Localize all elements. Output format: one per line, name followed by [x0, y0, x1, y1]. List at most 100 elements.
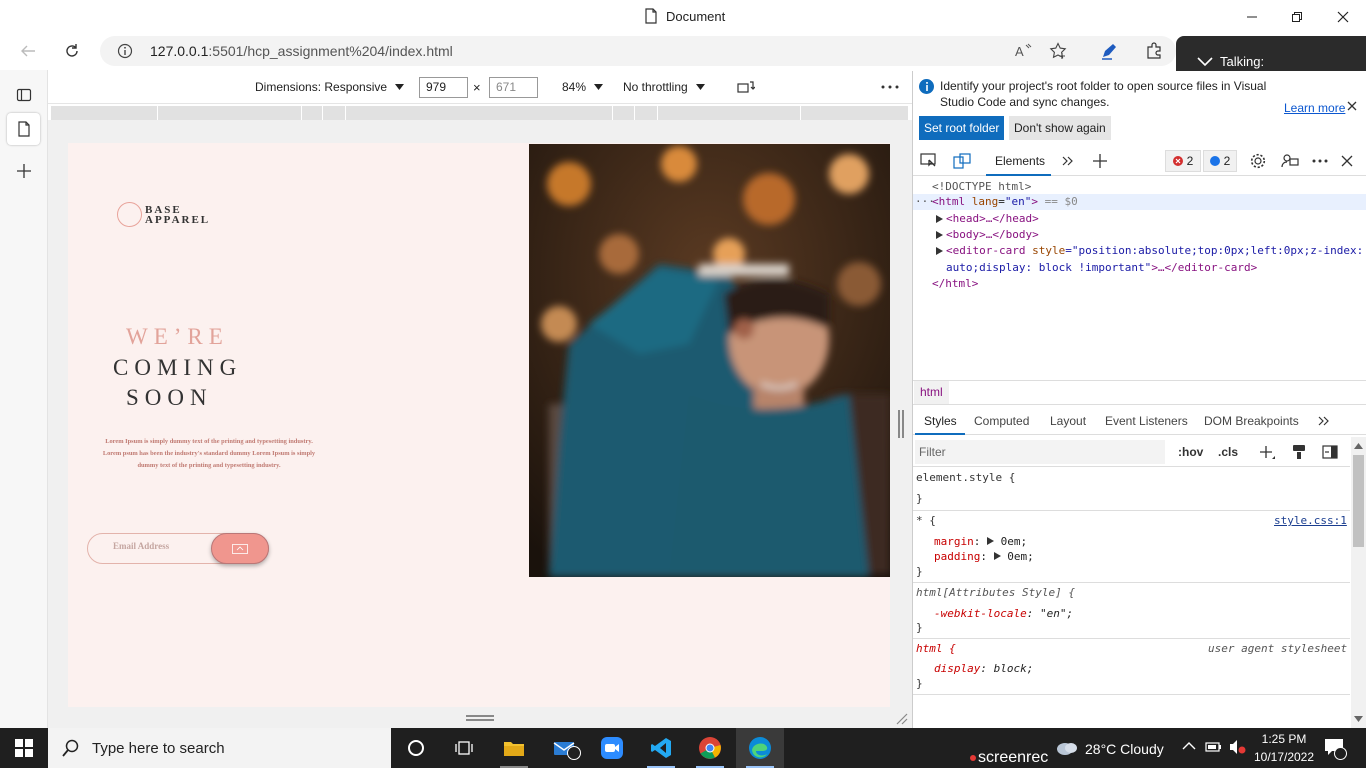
styles-scrollbar[interactable]: [1351, 437, 1366, 728]
clock-date[interactable]: 10/17/2022: [1251, 750, 1317, 764]
device-emulation-icon[interactable]: [951, 151, 973, 171]
dom-editor-card-line2[interactable]: auto;display: block !important">…</edito…: [946, 261, 1257, 274]
weather-text[interactable]: 28°C Cloudy: [1085, 741, 1164, 757]
dom-doctype[interactable]: <!DOCTYPE html>: [932, 180, 1031, 193]
rule-ua-label: user agent stylesheet: [1208, 642, 1348, 655]
hov-toggle[interactable]: :hov: [1178, 445, 1203, 459]
close-infobar-icon[interactable]: [1346, 100, 1360, 114]
window-title-area: Document: [644, 8, 725, 24]
active-tab-document-icon[interactable]: [7, 113, 40, 145]
restore-button[interactable]: [1274, 0, 1320, 33]
message-count-badge[interactable]: 2: [1203, 150, 1237, 172]
breadcrumb-html[interactable]: html: [914, 381, 949, 404]
rotate-device-icon[interactable]: [736, 78, 756, 96]
new-rule-plus-icon[interactable]: [1257, 443, 1277, 463]
viewport-height-input[interactable]: 671: [489, 77, 538, 98]
expand-arrow-icon[interactable]: [936, 215, 943, 223]
mail-icon[interactable]: 2: [540, 728, 588, 768]
extensions-puzzle-icon[interactable]: [1143, 41, 1165, 61]
tab-computed[interactable]: Computed: [974, 414, 1029, 428]
tab-dom-breakpoints[interactable]: DOM Breakpoints: [1204, 414, 1299, 428]
url-text[interactable]: 127.0.0.1:5501/hcp_assignment%204/index.…: [150, 43, 453, 59]
expand-arrow-icon[interactable]: [936, 247, 943, 255]
tab-layout[interactable]: Layout: [1050, 414, 1086, 428]
extension-pen-icon[interactable]: [1098, 41, 1120, 61]
dom-head[interactable]: <head>…</head>: [946, 212, 1039, 225]
close-window-button[interactable]: [1320, 0, 1366, 33]
screenrec-label: screenrec: [978, 749, 1049, 766]
screenrec-logo: screenrec: [970, 749, 1048, 767]
viewport-resize-handle[interactable]: [898, 410, 904, 438]
notification-center-icon[interactable]: 5: [1324, 738, 1347, 760]
more-tabs-chevron-icon[interactable]: [1059, 151, 1077, 171]
window-title: Document: [666, 8, 726, 24]
info-icon[interactable]: [116, 42, 134, 60]
speaker-muted-icon[interactable]: [1228, 739, 1246, 755]
corner-resize-icon[interactable]: [894, 711, 908, 725]
viewport-height-handle[interactable]: [466, 715, 494, 721]
rule-close-brace: }: [916, 492, 923, 505]
expand-arrow-icon[interactable]: [993, 552, 1001, 560]
inspect-element-icon[interactable]: [918, 151, 940, 171]
learn-more-link[interactable]: Learn more: [1284, 101, 1345, 115]
paint-brush-icon[interactable]: [1290, 443, 1308, 461]
breadcrumb: [913, 380, 1366, 405]
zoom-label: 84%: [562, 80, 587, 94]
chevron-up-icon[interactable]: [1182, 741, 1196, 751]
back-icon[interactable]: [16, 40, 40, 62]
more-options-icon[interactable]: [1310, 151, 1330, 171]
media-query-ruler[interactable]: [51, 106, 908, 120]
vscode-icon[interactable]: [637, 728, 685, 768]
dom-body[interactable]: <body>…</body>: [946, 228, 1039, 241]
read-aloud-icon[interactable]: A: [1012, 41, 1034, 61]
zoom-app-icon[interactable]: [588, 728, 636, 768]
error-count-badge[interactable]: 2: [1165, 150, 1201, 172]
tab-event-listeners[interactable]: Event Listeners: [1105, 414, 1188, 428]
more-options-icon[interactable]: [878, 78, 902, 96]
task-view-icon[interactable]: [440, 728, 488, 768]
dont-show-again-button[interactable]: Don't show again: [1009, 116, 1111, 140]
cls-toggle[interactable]: .cls: [1218, 445, 1238, 459]
tab-styles[interactable]: Styles: [924, 414, 957, 428]
submit-email-button[interactable]: [211, 533, 269, 564]
refresh-icon[interactable]: [60, 40, 84, 62]
set-root-folder-button[interactable]: Set root folder: [919, 116, 1005, 140]
dom-html-line[interactable]: <html lang="en"> == $0: [932, 195, 1078, 208]
dom-editor-card-line1[interactable]: <editor-card style="position:absolute;to…: [946, 244, 1363, 257]
clock-time[interactable]: 1:25 PM: [1253, 732, 1315, 746]
add-tab-plus-icon[interactable]: [1090, 151, 1110, 171]
intro-paragraph: Lorem Ipsum is simply dummy text of the …: [102, 438, 316, 469]
toggle-sidebar-icon[interactable]: [1321, 443, 1339, 461]
expand-arrow-icon[interactable]: [987, 537, 994, 545]
settings-gear-icon[interactable]: [1248, 151, 1268, 171]
rule-padding-decl[interactable]: padding: 0em;: [934, 550, 1034, 563]
viewport-width-input[interactable]: 979: [419, 77, 468, 98]
favorite-star-icon[interactable]: [1047, 41, 1069, 61]
tab-elements[interactable]: Elements: [995, 154, 1045, 168]
minimize-button[interactable]: [1229, 0, 1275, 33]
zoom-dropdown[interactable]: 84%: [562, 80, 604, 94]
search-placeholder: Type here to search: [92, 739, 225, 757]
chrome-icon[interactable]: [686, 728, 734, 768]
new-tab-plus-icon[interactable]: [12, 160, 36, 182]
styles-filter-input[interactable]: Filter: [915, 440, 1165, 464]
file-explorer-icon[interactable]: [490, 728, 538, 768]
windows-start-icon[interactable]: [0, 728, 48, 768]
dom-html-tag: <html: [932, 195, 966, 208]
battery-icon[interactable]: [1205, 741, 1223, 753]
dom-html-close[interactable]: </html>: [932, 277, 978, 290]
feedback-icon[interactable]: [1280, 151, 1300, 171]
rule-source-link[interactable]: style.css:1: [1274, 514, 1347, 527]
expand-arrow-icon[interactable]: [936, 231, 943, 239]
tab-actions-icon[interactable]: [12, 85, 36, 105]
headline-line3: SOON: [126, 385, 213, 410]
edge-icon[interactable]: [736, 728, 784, 768]
cortana-icon[interactable]: [392, 728, 440, 768]
throttling-dropdown[interactable]: No throttling: [623, 80, 705, 94]
close-devtools-icon[interactable]: [1337, 151, 1357, 171]
more-subtabs-chevron-icon[interactable]: [1316, 412, 1332, 430]
active-subtab-indicator: [915, 433, 965, 435]
taskbar-search[interactable]: Type here to search: [48, 728, 391, 768]
rule-margin-decl[interactable]: margin: 0em;: [934, 535, 1027, 548]
dimensions-dropdown[interactable]: Dimensions: Responsive: [255, 80, 405, 94]
